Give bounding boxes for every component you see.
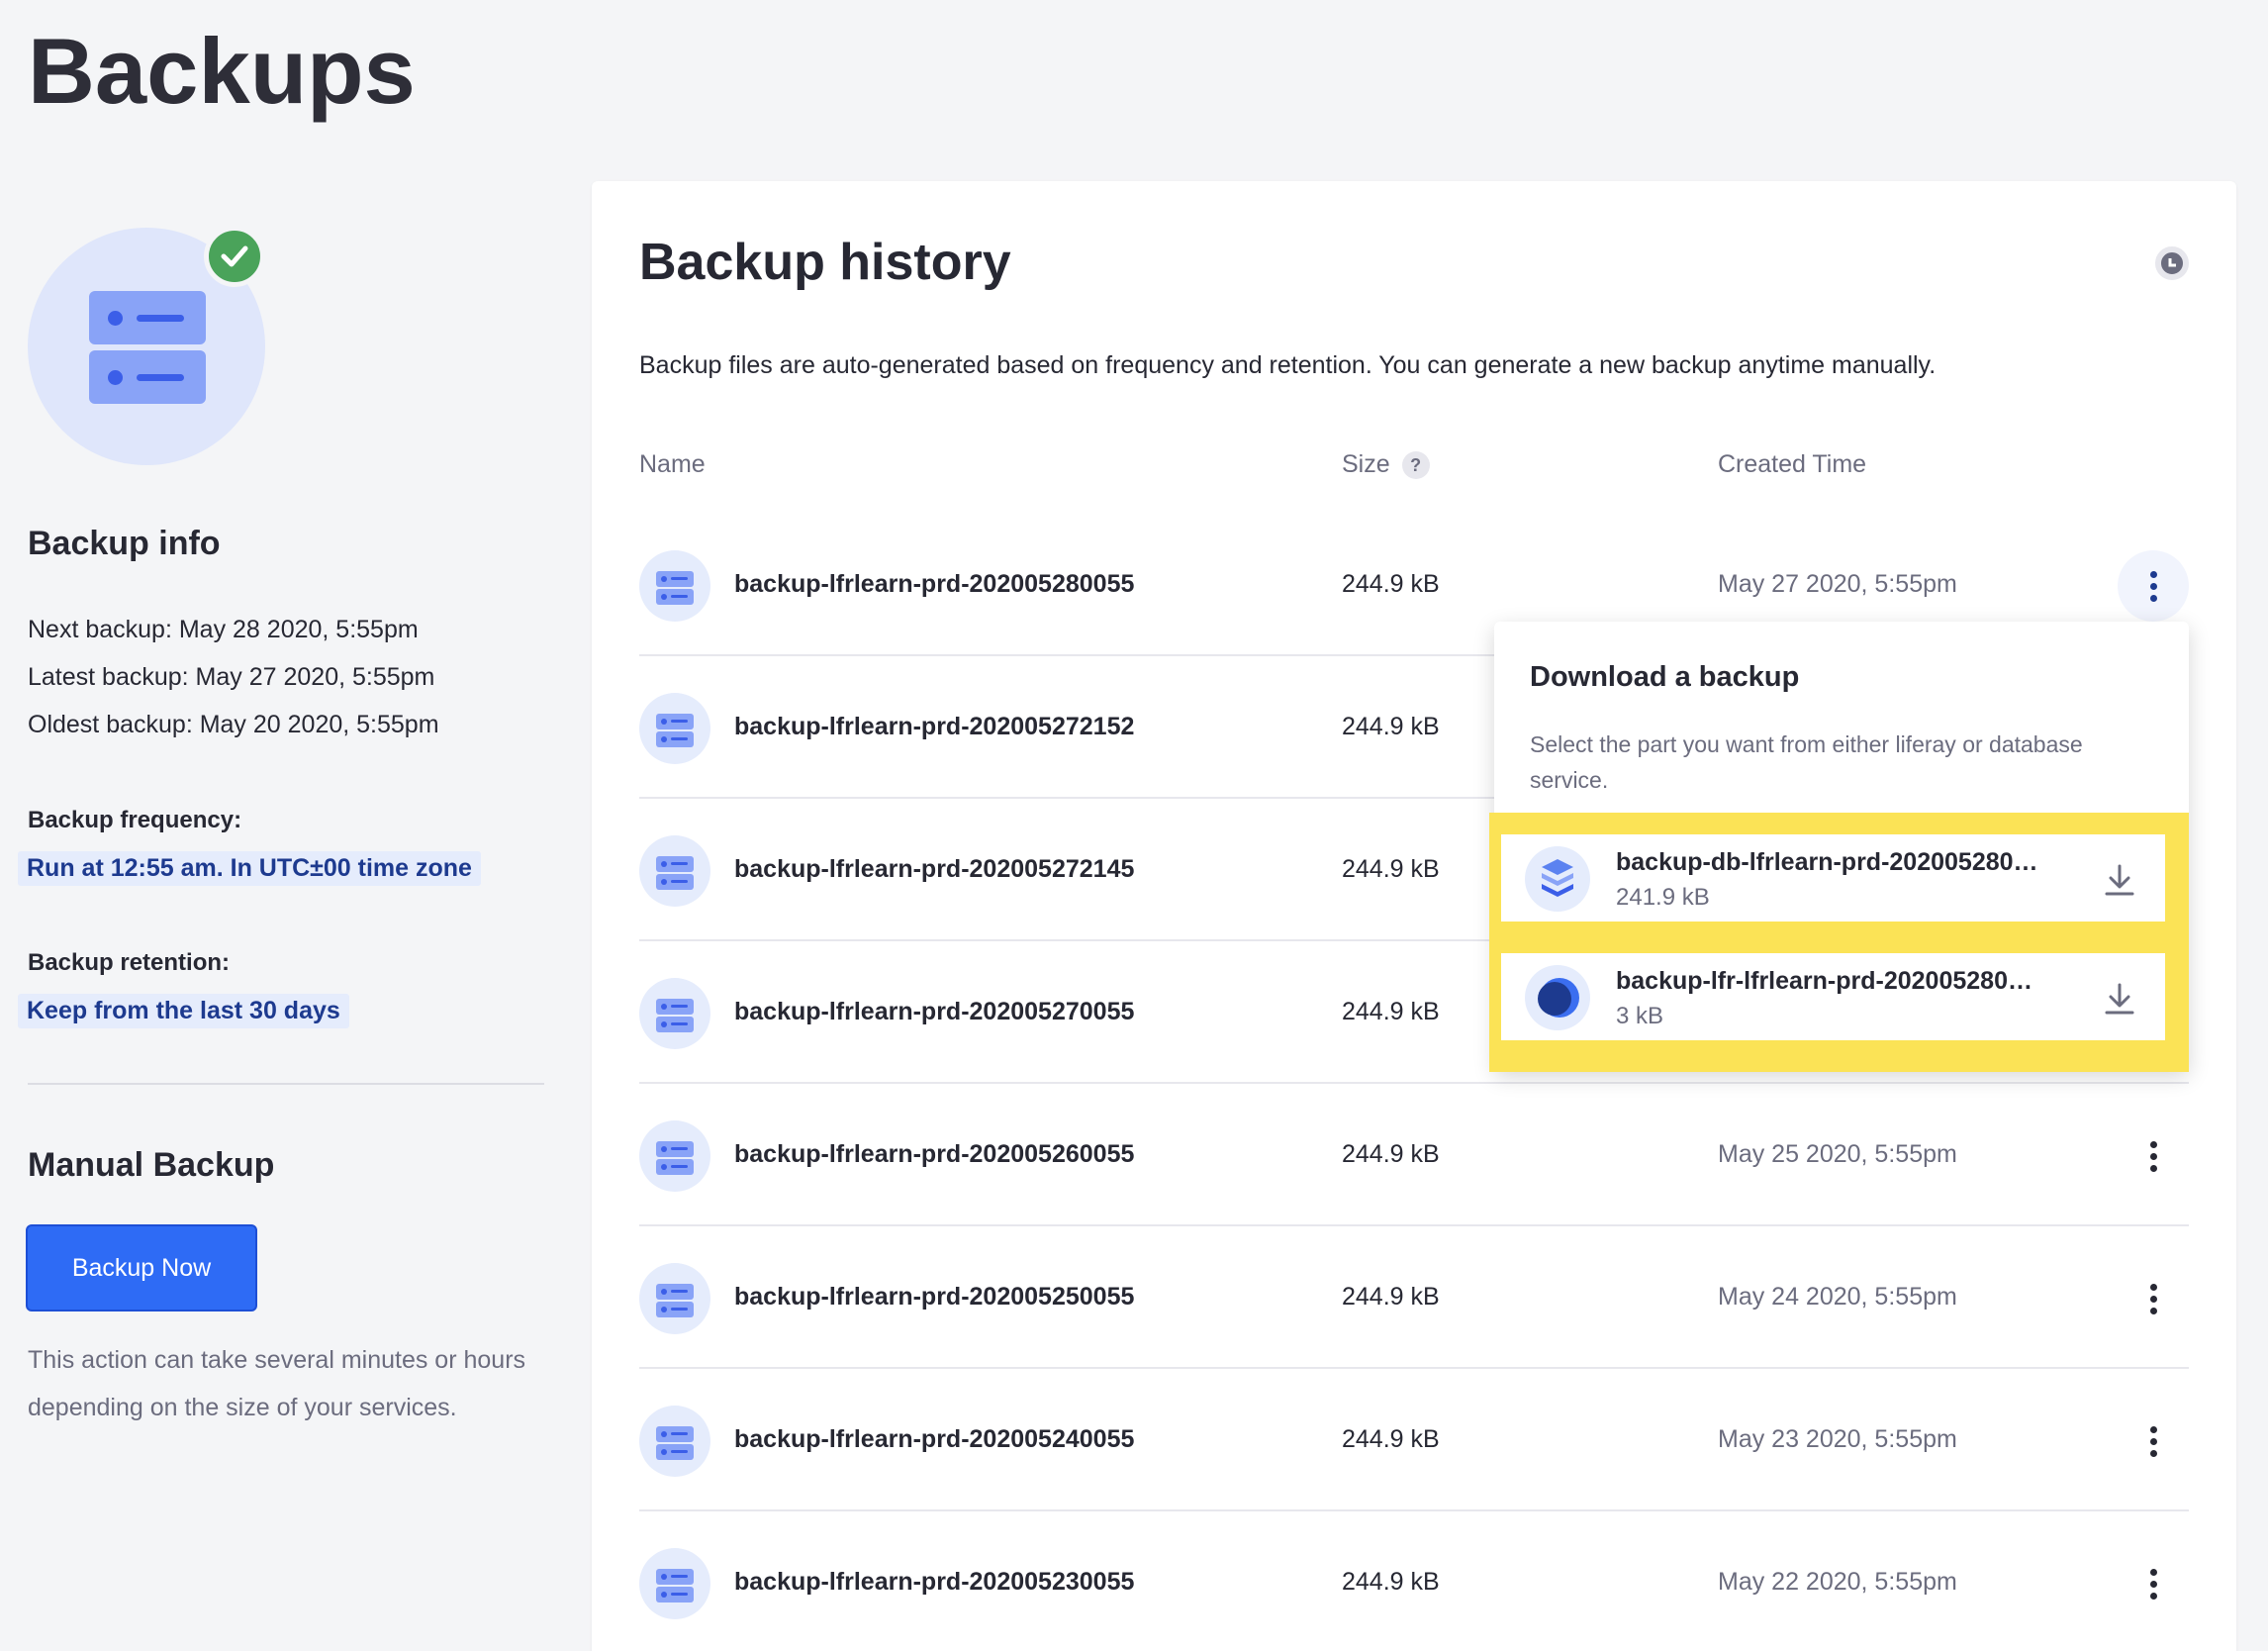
clock-icon[interactable]	[2155, 246, 2189, 280]
kebab-menu-icon[interactable]	[2118, 550, 2189, 622]
divider	[28, 1083, 544, 1085]
check-icon	[204, 226, 265, 287]
backup-info-column: Backup info Next backup: May 28 2020, 5:…	[18, 0, 544, 1651]
kebab-menu-icon[interactable]	[2118, 1406, 2189, 1477]
table-row[interactable]: backup-lfrlearn-prd-202005230055 244.9 kB…	[639, 1511, 2189, 1651]
table-row[interactable]: backup-lfrlearn-prd-202005250055 244.9 kB…	[639, 1226, 2189, 1369]
next-backup: Next backup: May 28 2020, 5:55pm	[28, 616, 419, 643]
backup-size: 244.9 kB	[1342, 1140, 1440, 1168]
latest-backup: Latest backup: May 27 2020, 5:55pm	[28, 663, 435, 691]
backup-name: backup-lfrlearn-prd-202005260055	[734, 1140, 1135, 1168]
manual-backup-help: This action can take several minutes or …	[28, 1346, 526, 1421]
backup-icon	[639, 693, 710, 764]
database-icon	[1525, 846, 1590, 912]
download-item-size: 3 kB	[1616, 1003, 1664, 1029]
column-header-name: Name	[639, 450, 706, 478]
backup-name: backup-lfrlearn-prd-202005270055	[734, 998, 1135, 1025]
backup-size: 244.9 kB	[1342, 570, 1440, 598]
backup-icon	[639, 1120, 710, 1192]
backup-size: 244.9 kB	[1342, 713, 1440, 740]
column-header-size-label: Size	[1342, 450, 1390, 478]
backup-size: 244.9 kB	[1342, 998, 1440, 1025]
retention-label: Backup retention:	[28, 949, 231, 976]
backup-icon	[639, 1406, 710, 1477]
frequency-value: Run at 12:55 am. In UTC±00 time zone	[18, 851, 481, 886]
frequency-label: Backup frequency:	[28, 807, 242, 833]
backup-icon	[639, 1263, 710, 1334]
server-card-icon	[89, 291, 206, 344]
backup-created-time: May 24 2020, 5:55pm	[1718, 1283, 1957, 1311]
backup-size: 244.9 kB	[1342, 1283, 1440, 1311]
table-row[interactable]: backup-lfrlearn-prd-202005240055 244.9 kB…	[639, 1369, 2189, 1511]
backup-history-title: Backup history	[639, 234, 1011, 291]
oldest-backup: Oldest backup: May 20 2020, 5:55pm	[28, 711, 439, 738]
backup-size: 244.9 kB	[1342, 855, 1440, 883]
backup-now-button[interactable]: Backup Now	[26, 1224, 257, 1311]
backup-icon	[639, 550, 710, 622]
kebab-menu-icon[interactable]	[2118, 1120, 2189, 1192]
manual-backup-title: Manual Backup	[28, 1146, 275, 1184]
download-item-name: backup-lfr-lfrlearn-prd-202005280…	[1616, 967, 2032, 995]
backup-icon	[639, 1548, 710, 1619]
retention-value: Keep from the last 30 days	[18, 994, 349, 1028]
backup-created-time: May 23 2020, 5:55pm	[1718, 1425, 1957, 1453]
kebab-menu-icon[interactable]	[2118, 1263, 2189, 1334]
backup-created-time: May 27 2020, 5:55pm	[1718, 570, 1957, 598]
column-header-size: Size?	[1342, 450, 1430, 480]
column-header-created: Created Time	[1718, 450, 1867, 478]
backup-icon	[639, 978, 710, 1049]
backup-name: backup-lfrlearn-prd-202005240055	[734, 1425, 1135, 1453]
backup-name: backup-lfrlearn-prd-202005230055	[734, 1568, 1135, 1596]
backup-created-time: May 22 2020, 5:55pm	[1718, 1568, 1957, 1596]
backup-name: backup-lfrlearn-prd-202005280055	[734, 570, 1135, 598]
highlight-box: backup-db-lfrlearn-prd-202005280… 241.9 …	[1489, 813, 2189, 1072]
download-item-liferay[interactable]: backup-lfr-lfrlearn-prd-202005280… 3 kB	[1501, 953, 2165, 1040]
backup-name: backup-lfrlearn-prd-202005272152	[734, 713, 1135, 740]
download-backup-dropdown: Download a backup Select the part you wa…	[1489, 622, 2189, 1072]
backup-size: 244.9 kB	[1342, 1568, 1440, 1596]
backup-size: 244.9 kB	[1342, 1425, 1440, 1453]
backup-created-time: May 25 2020, 5:55pm	[1718, 1140, 1957, 1168]
backup-name: backup-lfrlearn-prd-202005272145	[734, 855, 1135, 883]
kebab-menu-icon[interactable]	[2118, 1548, 2189, 1619]
download-title: Download a backup	[1530, 661, 1800, 693]
download-item-db[interactable]: backup-db-lfrlearn-prd-202005280… 241.9 …	[1501, 834, 2165, 922]
backup-history-description: Backup files are auto-generated based on…	[639, 351, 1937, 379]
download-item-size: 241.9 kB	[1616, 884, 1710, 911]
backup-info-title: Backup info	[28, 525, 221, 562]
server-card-icon	[89, 350, 206, 404]
help-icon[interactable]: ?	[1401, 451, 1430, 480]
liferay-icon	[1525, 965, 1590, 1030]
backup-name: backup-lfrlearn-prd-202005250055	[734, 1283, 1135, 1311]
table-row[interactable]: backup-lfrlearn-prd-202005260055 244.9 kB…	[639, 1084, 2189, 1226]
backup-icon	[639, 835, 710, 907]
download-icon[interactable]	[2102, 981, 2137, 1017]
download-description: Select the part you want from either lif…	[1530, 731, 2083, 793]
download-icon[interactable]	[2102, 862, 2137, 898]
download-item-name: backup-db-lfrlearn-prd-202005280…	[1616, 848, 2038, 876]
